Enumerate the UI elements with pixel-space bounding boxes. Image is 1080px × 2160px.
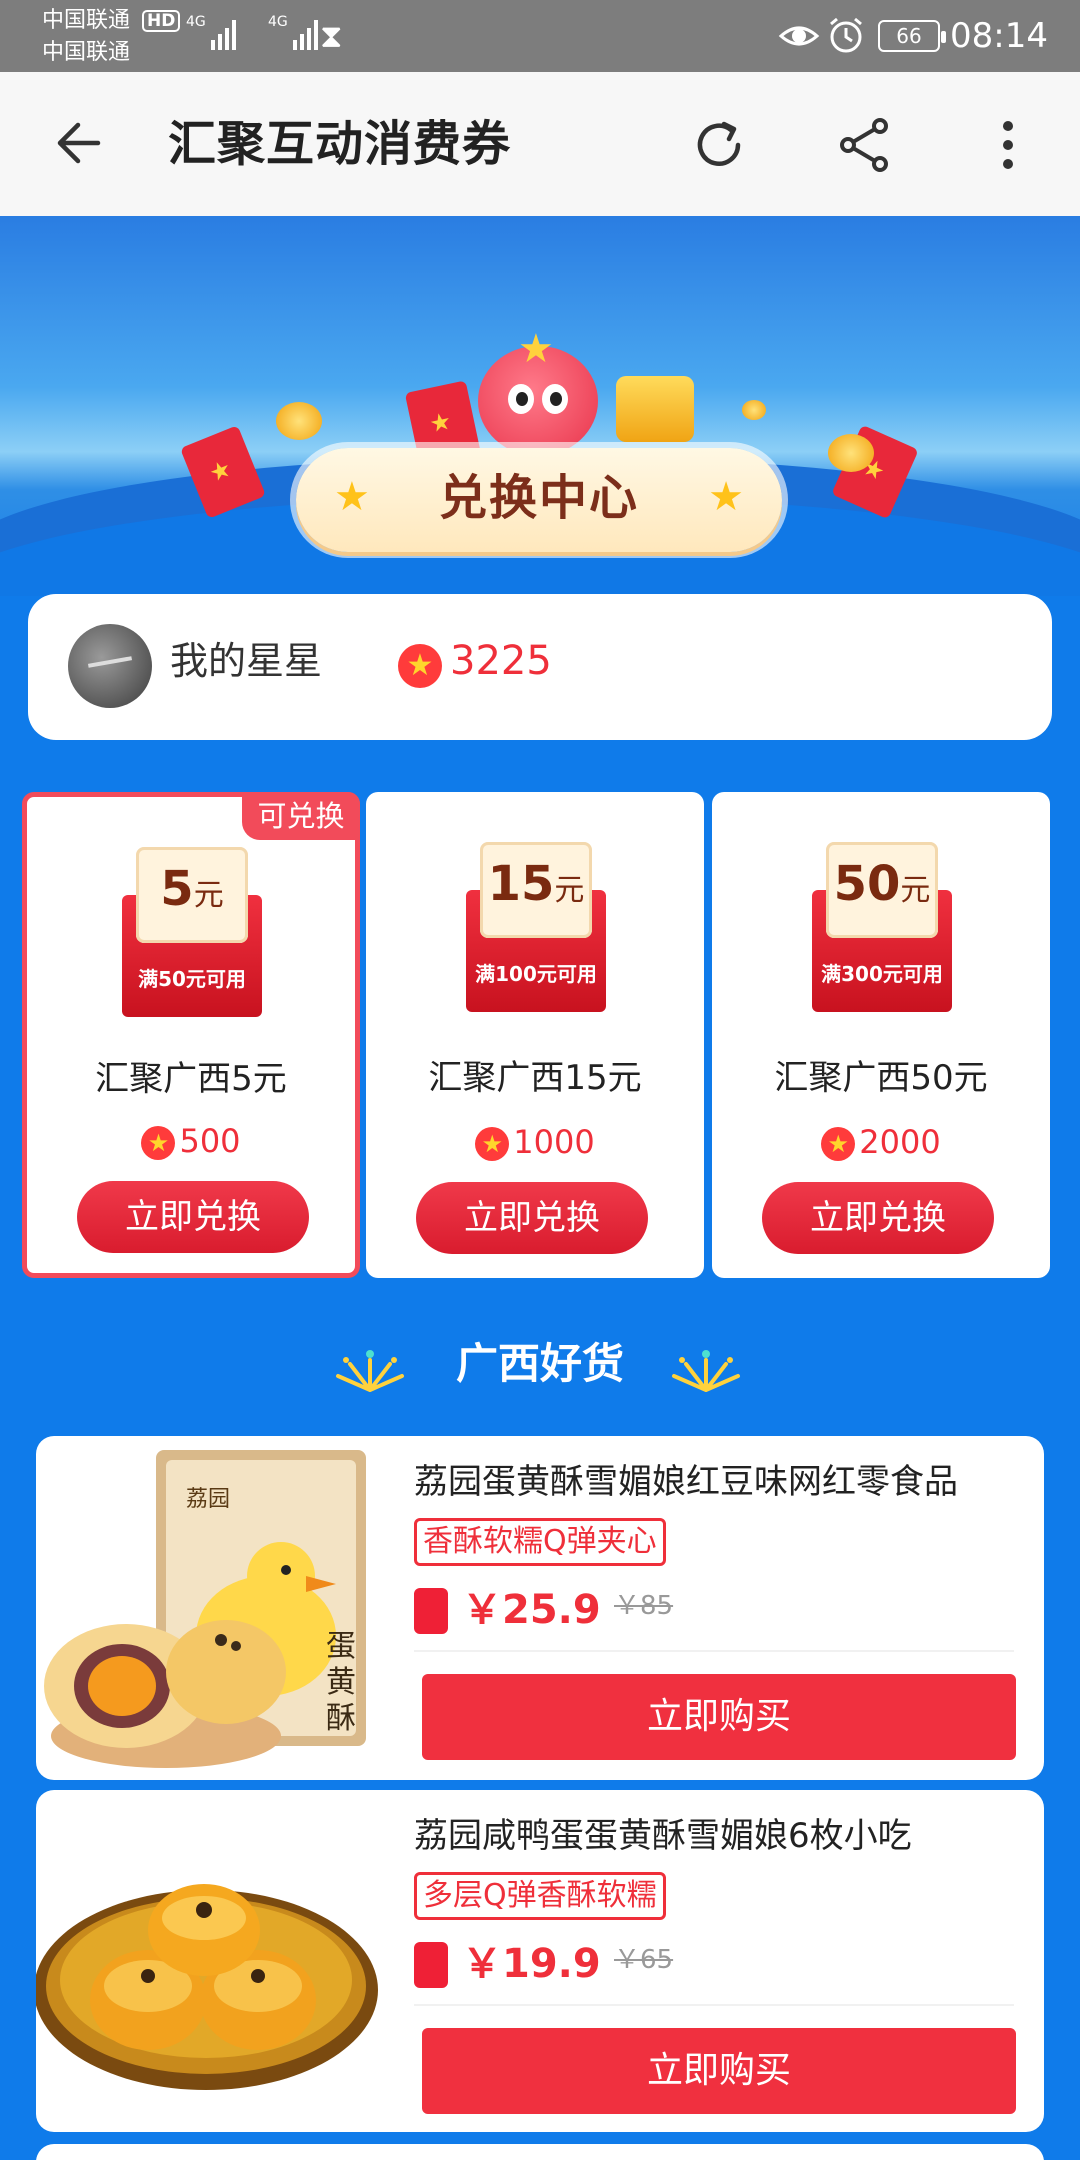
refresh-icon[interactable] (686, 112, 752, 178)
buy-now-button[interactable]: 立即购买 (422, 2028, 1016, 2114)
exchange-center-banner: ★ ★ 兑换中心 ★ (0, 216, 1080, 596)
gold-coin-icon (828, 434, 874, 472)
hourglass-icon: ⧗ (320, 17, 343, 55)
product-image[interactable]: 荔园 蛋 黄 酥 (36, 1436, 396, 1780)
network-type-label: 4G (186, 14, 206, 30)
status-bar: 中国联通 中国联通 HD 4G 4G ⧗ 66 08:14 (0, 0, 1080, 72)
product-tag: 香酥软糯Q弹夹心 (414, 1518, 666, 1566)
banner-title-pill: ★ 兑换中心 ★ (296, 448, 782, 552)
battery-indicator: 66 (878, 20, 946, 52)
product-tag: 多层Q弹香酥软糯 (414, 1872, 666, 1920)
product-price: ￥25.9 (462, 1587, 601, 1633)
signal-strength-icon: 4G (186, 14, 236, 50)
coupon-condition: 满300元可用 (821, 962, 943, 986)
network-type-label-2: 4G (268, 14, 288, 30)
product-price: ￥19.9 (462, 1941, 601, 1987)
my-stars-balance: 3225 (450, 638, 552, 684)
page-title: 汇聚互动消费券 (168, 116, 512, 172)
star-coin-icon (141, 1126, 176, 1160)
coupon-star-price: 2000 (712, 1120, 1050, 1164)
signal-strength-icon-2: 4G (268, 14, 318, 50)
share-icon[interactable] (832, 112, 898, 178)
star-icon: ★ (518, 326, 554, 372)
redeem-button[interactable]: 立即兑换 (77, 1181, 309, 1253)
product-card[interactable]: 荔园 蛋 黄 酥 荔园蛋黄酥雪媚娘红豆味网红零食品 香酥软糯Q弹夹心 ￥25.9… (36, 1436, 1044, 1780)
coupon-condition: 满50元可用 (138, 967, 246, 991)
coupon-card-15[interactable]: 15元 满100元可用 汇聚广西15元 1000 立即兑换 (366, 792, 704, 1278)
my-stars-card: 我的星星 3225 (28, 594, 1052, 740)
coupon-name: 汇聚广西5元 (95, 1059, 287, 1099)
gold-coin-icon (742, 400, 766, 420)
product-card[interactable]: 荔园咸鸭蛋蛋黄酥雪媚娘6枚小吃 多层Q弹香酥软糯 ￥19.9 ￥65 立即购买 (36, 1790, 1044, 2132)
coupon-ticket: 50元 满300元可用 (812, 842, 952, 1012)
product-card-partial[interactable] (36, 2144, 1044, 2160)
coupon-name: 汇聚广西15元 (428, 1058, 642, 1098)
coupon-amount: 15元 (487, 856, 585, 912)
carrier-label-2: 中国联通 (42, 40, 131, 65)
star-coin-icon (398, 644, 442, 688)
star-icon: ★ (708, 474, 744, 520)
price-flag-icon (414, 1942, 448, 1988)
product-name: 荔园蛋黄酥雪媚娘红豆味网红零食品 (414, 1462, 958, 1502)
firework-icon (672, 1350, 740, 1392)
svg-text:酥: 酥 (326, 1702, 356, 1735)
eye-comfort-icon (778, 26, 820, 46)
price-flag-icon (414, 1588, 448, 1634)
coupon-ticket: 5元 满50元可用 (122, 847, 262, 1017)
alarm-icon (830, 17, 862, 53)
more-menu-icon[interactable] (978, 112, 1038, 178)
divider (414, 2004, 1014, 2006)
coupon-card-50[interactable]: 50元 满300元可用 汇聚广西50元 2000 立即兑换 (712, 792, 1050, 1278)
coupon-amount: 5元 (160, 861, 224, 917)
redeem-button[interactable]: 立即兑换 (416, 1182, 648, 1254)
coupon-condition: 满100元可用 (475, 962, 597, 986)
product-original-price: ￥85 (614, 1591, 674, 1621)
coupon-star-price: 500 (27, 1119, 355, 1163)
product-name: 荔园咸鸭蛋蛋黄酥雪媚娘6枚小吃 (414, 1816, 912, 1856)
carrier-label-1: 中国联通 (42, 8, 131, 33)
buy-now-button[interactable]: 立即购买 (422, 1674, 1016, 1760)
star-coin-icon (475, 1127, 510, 1161)
redeem-button[interactable]: 立即兑换 (762, 1182, 994, 1254)
back-arrow-icon[interactable] (50, 110, 116, 176)
redeemable-badge: 可兑换 (242, 792, 360, 840)
coupon-card-5[interactable]: 可兑换 5元 满50元可用 汇聚广西5元 500 立即兑换 (22, 792, 360, 1278)
avatar[interactable] (68, 624, 152, 708)
app-toolbar: 汇聚互动消费券 (0, 72, 1080, 216)
coupon-ticket: 15元 满100元可用 (466, 842, 606, 1012)
divider (414, 1650, 1014, 1652)
svg-text:荔园: 荔园 (186, 1486, 230, 1511)
clock: 08:14 (950, 16, 1048, 56)
svg-text:蛋: 蛋 (326, 1630, 356, 1663)
coupon-name: 汇聚广西50元 (774, 1058, 988, 1098)
product-image[interactable] (36, 1790, 396, 2132)
hd-voice-badge: HD (142, 10, 181, 32)
my-stars-label: 我的星星 (170, 639, 323, 683)
svg-text:黄: 黄 (326, 1666, 356, 1699)
coupon-amount: 50元 (833, 856, 931, 912)
product-original-price: ￥65 (614, 1945, 674, 1975)
section-title: 广西好货 (455, 1339, 624, 1388)
coupon-star-price: 1000 (366, 1120, 704, 1164)
gold-coin-icon (276, 402, 322, 440)
treasure-chest-icon (616, 376, 694, 442)
star-coin-icon (821, 1127, 856, 1161)
